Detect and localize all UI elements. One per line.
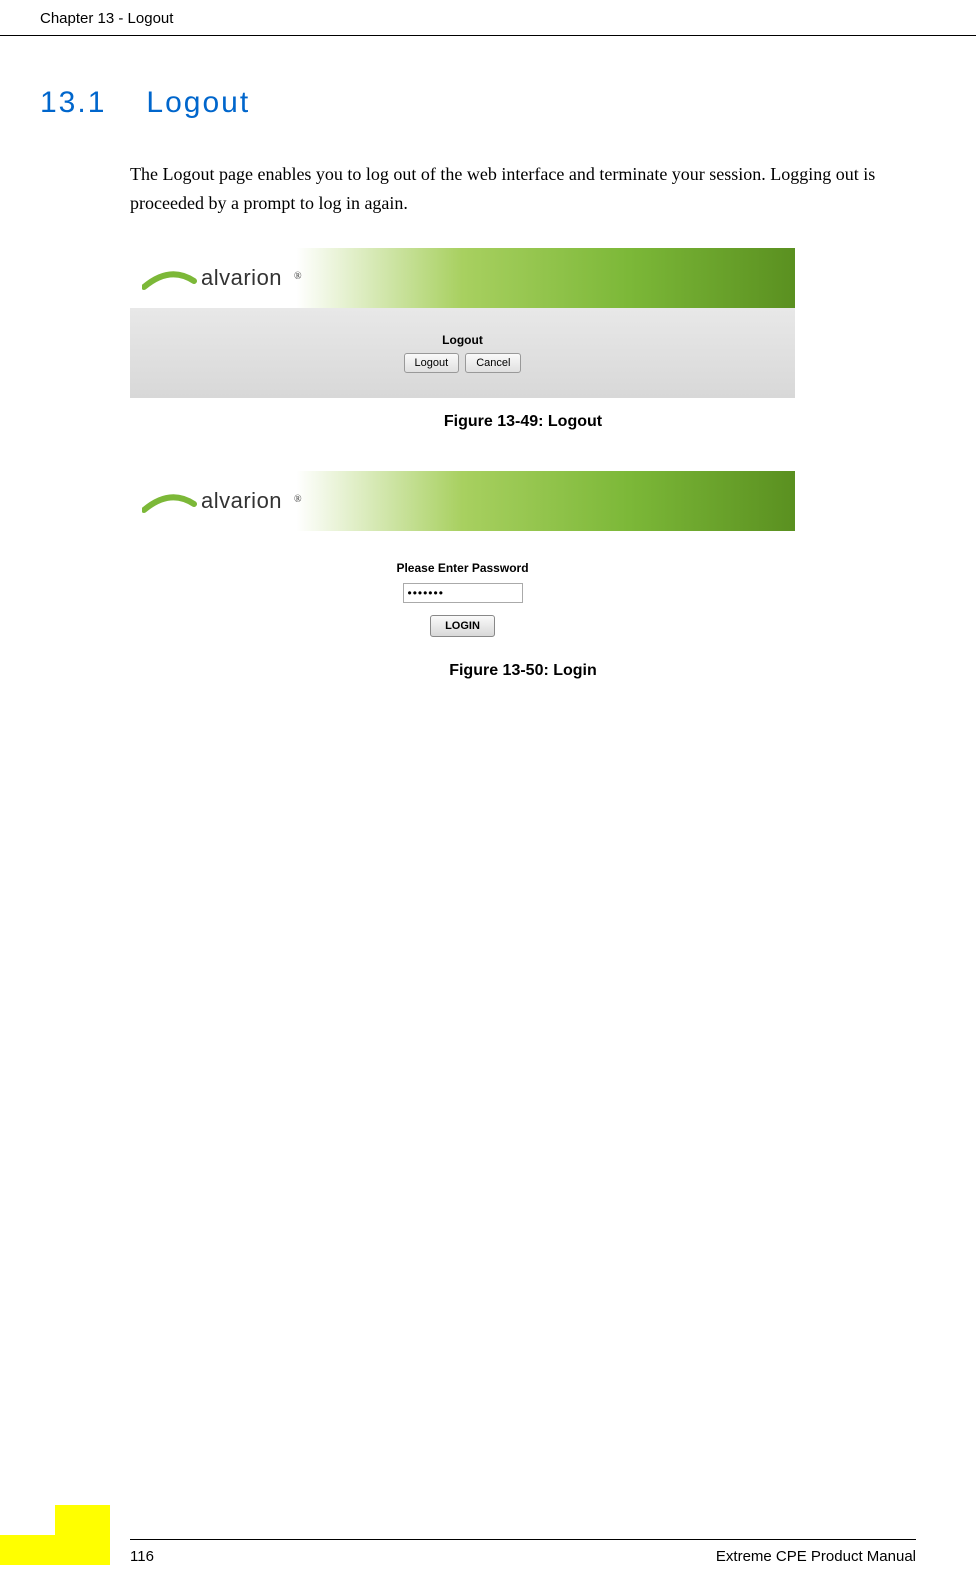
blank-block (0, 1505, 55, 1535)
yellow-block-bottom (0, 1535, 110, 1565)
logo-text: alvarion (201, 265, 282, 291)
login-button[interactable]: LOGIN (430, 615, 495, 637)
figure-login: alvarion ® Please Enter Password LOGIN F… (130, 471, 916, 710)
manual-title: Extreme CPE Product Manual (716, 1548, 916, 1565)
banner: alvarion ® (130, 248, 795, 308)
password-field[interactable] (403, 583, 523, 603)
figure-caption-2: Figure 13-50: Login (130, 647, 916, 710)
cancel-button[interactable]: Cancel (465, 353, 521, 373)
alvarion-logo: alvarion ® (142, 486, 302, 516)
logout-panel-title: Logout (442, 333, 483, 347)
body-paragraph: The Logout page enables you to log out o… (0, 150, 976, 248)
logout-screenshot: alvarion ® Logout Logout Cancel (130, 248, 795, 398)
page-header: Chapter 13 - Logout (0, 0, 976, 36)
button-row: Logout Cancel (404, 353, 522, 373)
login-prompt-title: Please Enter Password (396, 561, 528, 575)
color-blocks (0, 1505, 110, 1565)
figure-caption-1: Figure 13-49: Logout (130, 398, 916, 461)
login-screenshot: alvarion ® Please Enter Password LOGIN (130, 471, 795, 647)
page-footer: 116 Extreme CPE Product Manual (0, 1539, 976, 1565)
banner: alvarion ® (130, 471, 795, 531)
section-number: 13.1 (40, 86, 106, 119)
alvarion-logo: alvarion ® (142, 263, 302, 293)
registered-icon: ® (294, 271, 302, 282)
page-number: 116 (130, 1548, 154, 1565)
logo-swoosh-icon (142, 486, 197, 516)
registered-icon: ® (294, 494, 302, 505)
section-title: Logout (146, 86, 250, 119)
login-panel: Please Enter Password LOGIN (130, 531, 795, 647)
logo-text: alvarion (201, 488, 282, 514)
logo-swoosh-icon (142, 263, 197, 293)
yellow-block-top (55, 1505, 110, 1535)
footer-row: 116 Extreme CPE Product Manual (0, 1540, 976, 1565)
figure-logout: alvarion ® Logout Logout Cancel Figure 1… (130, 248, 916, 461)
chapter-title: Chapter 13 - Logout (40, 10, 173, 27)
logout-button[interactable]: Logout (404, 353, 460, 373)
logout-panel: Logout Logout Cancel (130, 308, 795, 398)
section-heading: 13.1 Logout (0, 36, 976, 150)
